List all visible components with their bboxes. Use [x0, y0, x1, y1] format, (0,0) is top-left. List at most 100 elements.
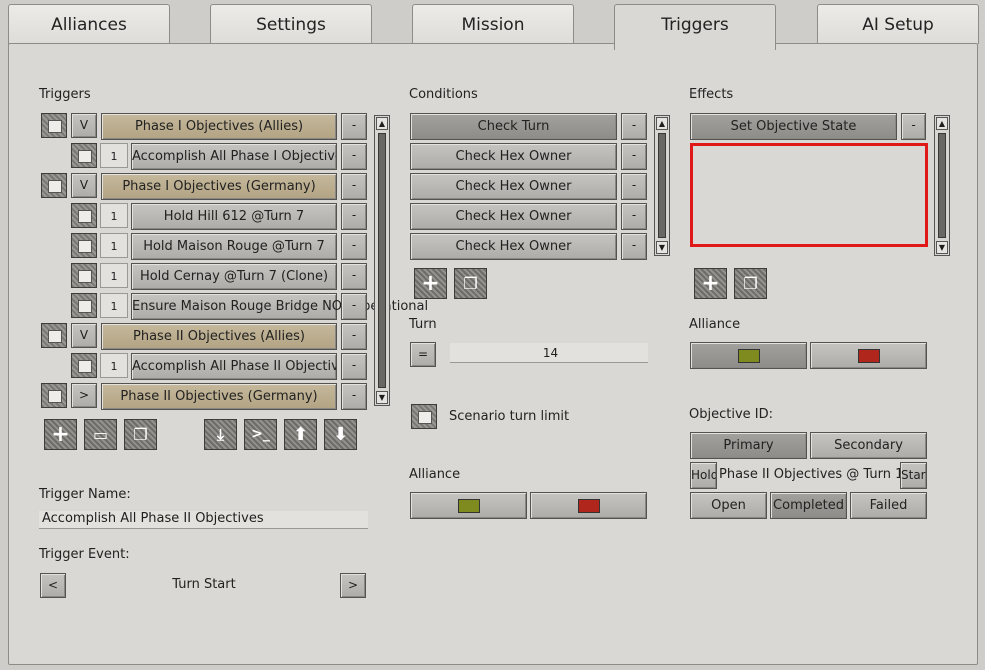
condition-remove-button[interactable]: - [621, 143, 647, 170]
trigger-item-button[interactable]: Phase II Objectives (Allies) [101, 323, 337, 350]
condition-item-button[interactable]: Check Hex Owner [410, 233, 617, 260]
effect-remove-button[interactable]: - [901, 113, 926, 140]
trigger-remove-button[interactable]: - [341, 173, 367, 200]
trigger-remove-button[interactable]: - [341, 113, 367, 140]
trigger-event-prev-button[interactable]: < [40, 573, 66, 598]
condition-item-button[interactable]: Check Hex Owner [410, 143, 617, 170]
trigger-enabled-checkbox[interactable] [41, 383, 67, 408]
alliance-label: Alliance [689, 317, 741, 332]
plus-icon[interactable]: + [44, 419, 77, 450]
trigger-item-button[interactable]: Ensure Maison Rouge Bridge NOT operation… [131, 293, 428, 320]
completed-state-button[interactable]: Completed [770, 492, 847, 519]
trigger-item-button[interactable]: Hold Cernay @Turn 7 (Clone) [131, 263, 337, 290]
scroll-up-arrow-icon[interactable]: ▲ [936, 117, 948, 130]
arrow-up-icon[interactable]: ⬆ [284, 419, 317, 450]
trigger-item-button[interactable]: Hold Maison Rouge @Turn 7 [131, 233, 337, 260]
primary-button[interactable]: Primary [690, 432, 807, 459]
trigger-enabled-checkbox[interactable] [71, 203, 97, 228]
alliance-axis-button[interactable] [810, 342, 927, 369]
trigger-expand-toggle[interactable]: V [71, 173, 97, 198]
scroll-down-arrow-icon[interactable]: ▼ [656, 241, 668, 254]
triggers-heading: Triggers [39, 87, 91, 102]
folder-icon[interactable]: ▭ [84, 419, 117, 450]
scroll-down-arrow-icon[interactable]: ▼ [376, 391, 388, 404]
trigger-remove-button[interactable]: - [341, 233, 367, 260]
scroll-up-arrow-icon[interactable]: ▲ [376, 117, 388, 130]
turn-operator-button[interactable]: = [410, 342, 436, 367]
trigger-enabled-checkbox[interactable] [71, 293, 97, 318]
trigger-count: 1 [100, 293, 128, 318]
trigger-event-next-button[interactable]: > [340, 573, 366, 598]
secondary-button[interactable]: Secondary [810, 432, 927, 459]
copy-icon[interactable]: ❐ [734, 268, 767, 299]
alliance-axis-button[interactable] [530, 492, 647, 519]
trigger-remove-button[interactable]: - [341, 203, 367, 230]
condition-remove-button[interactable]: - [621, 233, 647, 260]
objective-prev-button[interactable]: Hold [690, 462, 717, 489]
effects-scrollbar[interactable]: ▲ ▼ [934, 115, 950, 256]
import-icon[interactable]: ⤓ [204, 419, 237, 450]
scroll-track[interactable] [378, 133, 386, 388]
trigger-enabled-checkbox[interactable] [41, 173, 67, 198]
tab-ai-setup[interactable]: AI Setup [817, 4, 979, 44]
scroll-down-arrow-icon[interactable]: ▼ [936, 241, 948, 254]
plus-icon[interactable]: + [694, 268, 727, 299]
trigger-item-button[interactable]: Accomplish All Phase II Objectives [131, 353, 337, 380]
plus-icon[interactable]: + [414, 268, 447, 299]
trigger-enabled-checkbox[interactable] [41, 323, 67, 348]
trigger-enabled-checkbox[interactable] [71, 263, 97, 288]
trigger-item-button[interactable]: Phase I Objectives (Allies) [101, 113, 337, 140]
tab-alliances[interactable]: Alliances [8, 4, 170, 44]
condition-item-button[interactable]: Check Hex Owner [410, 203, 617, 230]
trigger-enabled-checkbox[interactable] [71, 353, 97, 378]
condition-remove-button[interactable]: - [621, 203, 647, 230]
copy-icon[interactable]: ❐ [124, 419, 157, 450]
copy-icon[interactable]: ❐ [454, 268, 487, 299]
conditions-scrollbar[interactable]: ▲ ▼ [654, 115, 670, 256]
trigger-scrollbar[interactable]: ▲ ▼ [374, 115, 390, 406]
tab-settings[interactable]: Settings [210, 4, 372, 44]
trigger-remove-button[interactable]: - [341, 263, 367, 290]
trigger-item-button[interactable]: Phase I Objectives (Germany) [101, 173, 337, 200]
effects-drop-area[interactable] [690, 143, 928, 247]
scroll-up-arrow-icon[interactable]: ▲ [656, 117, 668, 130]
alliance-ally-button[interactable] [690, 342, 807, 369]
trigger-enabled-checkbox[interactable] [71, 233, 97, 258]
scroll-track[interactable] [658, 133, 666, 238]
arrow-down-icon[interactable]: ⬇ [324, 419, 357, 450]
scenario-turn-limit-checkbox[interactable] [411, 404, 437, 429]
trigger-remove-button[interactable]: - [341, 383, 367, 410]
scroll-track[interactable] [938, 133, 946, 238]
objective-id-label: Objective ID: [689, 407, 773, 422]
trigger-expand-toggle[interactable]: > [71, 383, 97, 408]
console-icon[interactable]: >_ [244, 419, 277, 450]
trigger-remove-button[interactable]: - [341, 323, 367, 350]
trigger-item-button[interactable]: Hold Hill 612 @Turn 7 [131, 203, 337, 230]
failed-state-button[interactable]: Failed [850, 492, 927, 519]
trigger-expand-toggle[interactable]: V [71, 113, 97, 138]
open-state-button[interactable]: Open [690, 492, 767, 519]
trigger-item-button[interactable]: Accomplish All Phase I Objectives [131, 143, 337, 170]
trigger-enabled-checkbox[interactable] [71, 143, 97, 168]
trigger-expand-toggle[interactable]: V [71, 323, 97, 348]
tab-mission[interactable]: Mission [412, 4, 574, 44]
trigger-enabled-checkbox[interactable] [41, 113, 67, 138]
tab-triggers[interactable]: Triggers [614, 4, 776, 50]
condition-item-button[interactable]: Check Turn [410, 113, 617, 140]
trigger-name-input[interactable]: Accomplish All Phase II Objectives [39, 511, 368, 529]
trigger-item-button[interactable]: Phase II Objectives (Germany) [101, 383, 337, 410]
condition-remove-button[interactable]: - [621, 173, 647, 200]
alliance-ally-button[interactable] [410, 492, 527, 519]
condition-item-button[interactable]: Check Hex Owner [410, 173, 617, 200]
trigger-remove-button[interactable]: - [341, 143, 367, 170]
conditions-heading: Conditions [409, 87, 478, 102]
trigger-remove-button[interactable]: - [341, 353, 367, 380]
trigger-count: 1 [100, 203, 128, 228]
condition-remove-button[interactable]: - [621, 113, 647, 140]
objective-next-button[interactable]: Start [900, 462, 927, 489]
effects-heading: Effects [689, 87, 734, 102]
axis-color-swatch [577, 498, 600, 513]
trigger-remove-button[interactable]: - [341, 293, 367, 320]
effect-item[interactable]: Set Objective State [690, 113, 897, 140]
turn-value-input[interactable]: 14 [450, 343, 648, 363]
